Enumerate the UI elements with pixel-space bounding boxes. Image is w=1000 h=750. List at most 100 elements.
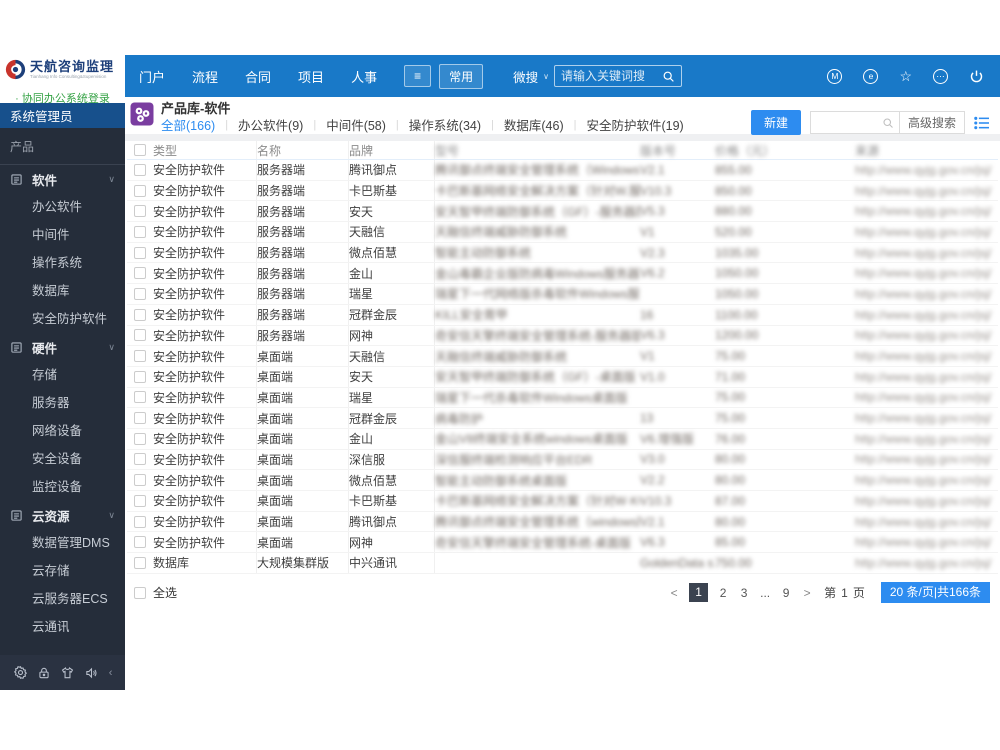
page-jump-input[interactable]: 1 [841, 586, 848, 600]
advanced-search-button[interactable]: 高级搜索 [898, 112, 964, 133]
table-row[interactable]: 安全防护软件服务器端瑞星瑞星下一代网络版杀毒软件Windows服务器版 1050.… [127, 284, 998, 305]
nav-item[interactable]: 流程 [192, 67, 218, 86]
row-checkbox[interactable] [134, 432, 146, 445]
tab-1[interactable]: 全部(166) [161, 115, 215, 134]
sidebar-item[interactable]: 云服务器ECS [0, 585, 125, 613]
power-icon[interactable] [969, 69, 984, 84]
sidebar-item[interactable]: 云通讯 [0, 613, 125, 641]
row-checkbox[interactable] [134, 205, 146, 218]
row-checkbox[interactable] [134, 536, 146, 549]
m-badge-icon[interactable]: M [827, 68, 843, 84]
sidebar-item[interactable]: 安全防护软件 [0, 305, 125, 333]
header-checkbox[interactable] [134, 144, 146, 156]
row-checkbox[interactable] [134, 184, 146, 197]
table-row[interactable]: 安全防护软件 服务器端 天融信 天融信终端威胁防御系统 V1 520.00 http://w… [127, 222, 998, 243]
table-row[interactable]: 安全防护软件桌面端腾讯御点腾讯御点终端安全管理系统（windows版）V2.1V… [127, 511, 998, 533]
search-icon[interactable] [662, 70, 675, 83]
page-button[interactable]: 2 [717, 586, 729, 600]
sidebar-item[interactable]: 服务器 [0, 389, 125, 417]
table-row[interactable]: 安全防护软件 桌面端 深信服 深信服终端检测响应平台EDR V3.0 80.00 http:… [127, 449, 998, 471]
page-button[interactable]: 9 [780, 586, 792, 600]
row-checkbox[interactable] [134, 370, 146, 383]
row-checkbox[interactable] [134, 474, 146, 487]
sidebar-group-1[interactable]: 软件 ∨ [0, 165, 125, 193]
row-checkbox[interactable] [134, 163, 146, 176]
table-row[interactable]: 安全防护软件 桌面端 冠群金辰 病毒防护 13 75.00 http://www.qyjg.… [127, 408, 998, 429]
sidebar-item[interactable]: 数据管理DMS [0, 529, 125, 557]
nav-item[interactable]: 门户 [139, 67, 165, 86]
page-button[interactable]: 3 [738, 586, 750, 600]
sidebar-item[interactable]: 操作系统 [0, 249, 125, 277]
tab-4[interactable]: 操作系统(34) [409, 115, 481, 134]
nav-item[interactable]: 人事 [351, 67, 377, 86]
table-row[interactable]: 安全防护软件 服务器端 网神 奇安信天擎终端安全管理系统-服务器版 V6.3 1200.0… [127, 325, 998, 347]
message-icon[interactable]: e [863, 68, 879, 84]
row-checkbox[interactable] [134, 515, 146, 528]
sidebar-item[interactable]: 数据库 [0, 277, 125, 305]
more-icon[interactable]: ⋯ [933, 68, 948, 84]
sidebar-item[interactable]: 中间件 [0, 221, 125, 249]
nav-menu-toggle[interactable]: ≡ [404, 65, 432, 87]
table-row[interactable]: 安全防护软件 桌面端 天融信 天融信终端威胁防御系统 V1 75.00 http://www… [127, 346, 998, 367]
table-row[interactable]: 安全防护软件 桌面端 瑞星 瑞星下一代杀毒软件Windows桌面版 75.00 http:… [127, 387, 998, 409]
sidebar-item[interactable]: 监控设备 [0, 473, 125, 501]
row-checkbox[interactable] [134, 267, 146, 280]
sound-icon[interactable] [84, 666, 99, 680]
next-page-button[interactable]: > [801, 586, 813, 600]
row-checkbox[interactable] [134, 453, 146, 466]
table-row[interactable]: 安全防护软件 桌面端 卡巴斯基 卡巴斯基网络安全解决方案（针对W·KO... V10.3… [127, 491, 998, 512]
page-size-badge[interactable]: 20 条/页|共166条 [880, 582, 990, 604]
sidebar-group-2[interactable]: 硬件 ∨ [0, 333, 125, 361]
table-row[interactable]: 数据库大规模集群版中兴通讯 GoldenData s...750.00 http:/… [127, 553, 998, 574]
table-row[interactable]: 安全防护软件服务器端腾讯御点腾讯御点终端安全管理系统（Windows版）V2.1… [127, 160, 998, 181]
collapse-arrow-icon[interactable]: ‹ [109, 667, 113, 679]
settings-gear-icon[interactable] [13, 665, 28, 680]
table-row[interactable]: 安全防护软件 桌面端 安天 安天智甲终端防御系统（GF）-桌面版 V1.0 71.00 ht… [127, 366, 998, 388]
row-checkbox[interactable] [134, 308, 146, 321]
table-row[interactable]: 安全防护软件服务器端卡巴斯基卡巴斯基网络安全解决方案（针对W.服务...V10.… [127, 180, 998, 202]
row-checkbox[interactable] [134, 329, 146, 342]
tab-6[interactable]: 安全防护软件(19) [586, 115, 683, 134]
table-row[interactable]: 安全防护软件 桌面端 网神 奇安信天擎终端安全管理系统-桌面版 V6.3 85.00 htt… [127, 532, 998, 554]
search-icon[interactable] [877, 117, 899, 129]
create-new-button[interactable]: 新建 [750, 110, 801, 135]
select-all-checkbox[interactable] [134, 586, 146, 599]
global-search-input[interactable] [560, 69, 662, 83]
select-all-control[interactable]: 全选 [134, 584, 177, 601]
row-checkbox[interactable] [134, 350, 146, 363]
nav-item-favorites[interactable]: 常用 [439, 63, 484, 89]
table-row[interactable]: 安全防护软件 桌面端 金山 金山V8终端安全系统windows桌面版 V6.增强版 76.… [127, 428, 998, 450]
nav-item[interactable]: 合同 [245, 67, 271, 86]
row-checkbox[interactable] [134, 494, 146, 507]
nav-item[interactable]: 项目 [298, 67, 324, 86]
row-checkbox[interactable] [134, 225, 146, 238]
tab-5[interactable]: 数据库(46) [504, 115, 564, 134]
prev-page-button[interactable]: < [668, 586, 680, 600]
row-checkbox[interactable] [134, 412, 146, 425]
lock-icon[interactable] [37, 666, 51, 680]
page-button[interactable]: 1 [689, 583, 709, 603]
row-checkbox[interactable] [134, 287, 146, 300]
list-view-icon[interactable] [974, 116, 990, 130]
table-row[interactable]: 安全防护软件 服务器端 冠群金辰 KILL安全胄甲 16 1100.00 http://ww… [127, 304, 998, 326]
search-scope-dropdown[interactable]: 微搜 [513, 67, 538, 86]
table-search-input[interactable] [810, 112, 877, 133]
tab-3[interactable]: 中间件(58) [326, 115, 386, 134]
sidebar-item[interactable]: 云存储 [0, 557, 125, 585]
tab-2[interactable]: 办公软件(9) [238, 115, 303, 134]
row-checkbox[interactable] [134, 246, 146, 259]
sidebar-item[interactable]: 安全设备 [0, 445, 125, 473]
global-search-box[interactable] [553, 65, 682, 87]
favorites-star-icon[interactable]: ☆ [899, 68, 912, 84]
table-row[interactable]: 安全防护软件 桌面端 微点佰慧 智能主动防御系统桌面版 V2.2 80.00 http://… [127, 470, 998, 491]
row-checkbox[interactable] [134, 391, 146, 404]
sidebar-item[interactable]: 网络设备 [0, 417, 125, 445]
sidebar-item[interactable]: 办公软件 [0, 193, 125, 221]
sidebar-item[interactable]: 存储 [0, 361, 125, 389]
table-row[interactable]: 安全防护软件 服务器端 金山 金山毒霸企业版防病毒Windows服务器版 V6.2 105… [127, 263, 998, 285]
current-user-role[interactable]: 系统管理员 [0, 103, 125, 128]
table-row[interactable]: 安全防护软件 服务器端 安天 安天智甲终端防御系统（GF）-服务器版 V5.3 880.0… [127, 201, 998, 223]
theme-shirt-icon[interactable] [60, 666, 75, 680]
row-checkbox[interactable] [134, 556, 146, 569]
sidebar-group-3[interactable]: 云资源 ∨ [0, 501, 125, 529]
